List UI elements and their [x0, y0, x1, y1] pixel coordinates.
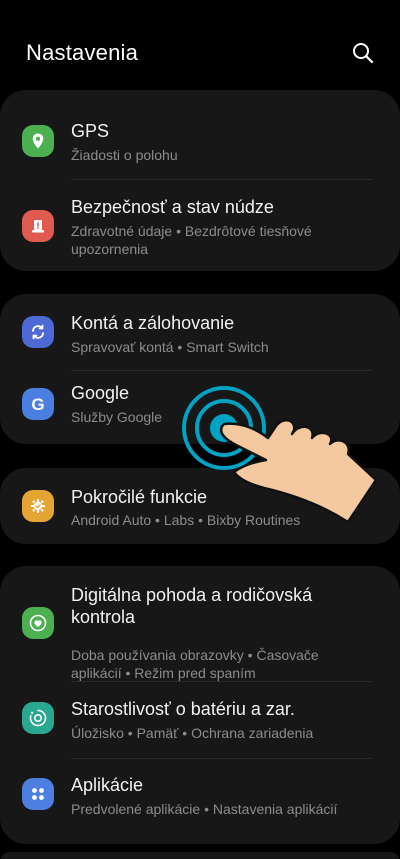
setting-item-apps[interactable]: Aplikácie Predvolené aplikácie • Nastave…: [0, 768, 400, 834]
divider: [71, 681, 372, 682]
setting-title: Pokročilé funkcie: [71, 487, 208, 507]
app-header: Nastavenia: [0, 0, 400, 88]
setting-item-gps[interactable]: GPS Žiadosti o polohu: [0, 110, 400, 180]
settings-group-advanced: Pokročilé funkcie Android Auto • Labs • …: [0, 468, 400, 544]
settings-group-accounts: Kontá a zálohovanie Spravovať kontá • Sm…: [0, 294, 400, 444]
apps-grid-icon: [22, 778, 54, 810]
setting-item-google[interactable]: G Google Služby Google: [0, 380, 400, 440]
divider: [71, 179, 372, 180]
setting-item-safety-emergency[interactable]: Bezpečnosť a stav núdze Zdravotné údaje …: [0, 186, 400, 266]
setting-item-digital-wellbeing[interactable]: Digitálna pohoda a rodičovská kontrola D…: [0, 582, 400, 681]
google-g-icon: G: [22, 388, 54, 420]
setting-title: Kontá a zálohovanie: [71, 313, 235, 333]
puzzle-gear-icon: [22, 490, 54, 522]
setting-title: Bezpečnosť a stav núdze: [71, 197, 274, 217]
search-icon[interactable]: [350, 40, 376, 66]
setting-subtitle: Doba používania obrazovky • Časovače apl…: [71, 647, 319, 681]
setting-title: Aplikácie: [71, 775, 144, 795]
emergency-alert-icon: [22, 210, 54, 242]
setting-subtitle: Žiadosti o polohu: [71, 147, 178, 163]
setting-item-accounts-backup[interactable]: Kontá a zálohovanie Spravovať kontá • Sm…: [0, 306, 400, 370]
setting-subtitle: Spravovať kontá • Smart Switch: [71, 339, 269, 355]
setting-subtitle: Služby Google: [71, 409, 163, 425]
divider: [71, 370, 372, 371]
setting-title: Starostlivosť o batériu a zar.: [71, 699, 295, 719]
sync-icon: [22, 316, 54, 348]
setting-item-advanced-features[interactable]: Pokročilé funkcie Android Auto • Labs • …: [0, 474, 400, 538]
settings-screen: Nastavenia GPS Žiadosti o polohu Bezpečn…: [0, 0, 400, 859]
setting-title: Digitálna pohoda a rodičovská kontrola: [71, 585, 313, 627]
next-settings-card: [0, 852, 400, 859]
setting-subtitle: Zdravotné údaje • Bezdrôtové tiesňové up…: [71, 223, 312, 257]
setting-subtitle: Predvolené aplikácie • Nastavenia apliká…: [71, 801, 338, 817]
divider: [71, 758, 372, 759]
device-care-icon: [22, 702, 54, 734]
location-pin-icon: [22, 125, 54, 157]
setting-item-device-care[interactable]: Starostlivosť o batériu a zar. Úložisko …: [0, 692, 400, 758]
wellbeing-heart-icon: [22, 607, 54, 639]
setting-title: Google: [71, 383, 130, 403]
setting-title: GPS: [71, 121, 110, 141]
settings-group-location-safety: GPS Žiadosti o polohu Bezpečnosť a stav …: [0, 90, 400, 271]
setting-subtitle: Android Auto • Labs • Bixby Routines: [71, 512, 301, 528]
setting-subtitle: Úložisko • Pamäť • Ochrana zariadenia: [71, 725, 314, 741]
settings-group-device: Digitálna pohoda a rodičovská kontrola D…: [0, 566, 400, 844]
page-title: Nastavenia: [26, 40, 139, 65]
